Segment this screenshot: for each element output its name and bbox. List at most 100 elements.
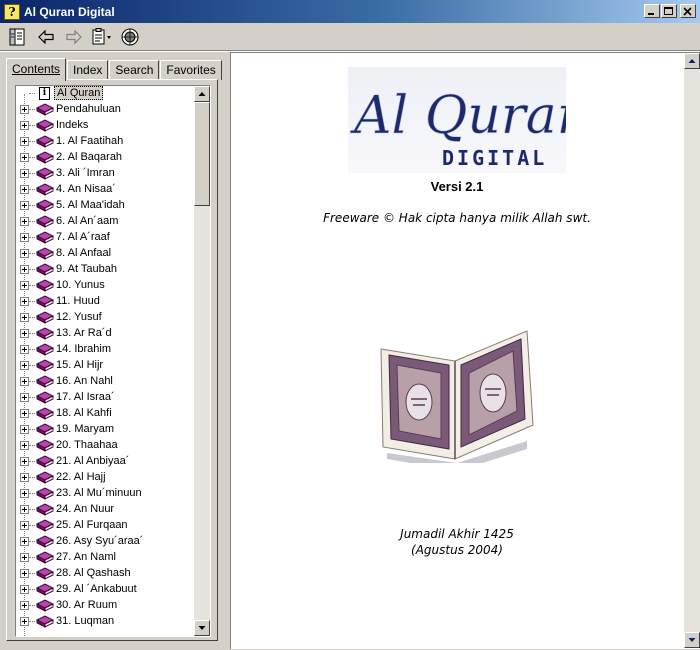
expand-icon[interactable] [20, 537, 29, 546]
expand-icon[interactable] [20, 489, 29, 498]
tree-item[interactable]: 17. Al Israa´ [16, 390, 194, 406]
contents-tree[interactable]: i Al Quran Pendahuluan Indeks 1. Al Faatihah… [15, 85, 211, 637]
tree-item[interactable]: 25. Al Furqaan [16, 518, 194, 534]
tree-connector [29, 189, 35, 190]
tab-index[interactable]: Index [67, 60, 109, 80]
expand-icon[interactable] [20, 569, 29, 578]
tree-item-root[interactable]: i Al Quran [16, 86, 194, 102]
maximize-button[interactable] [661, 4, 677, 18]
tree-item[interactable]: 21. Al Anbiyaa´ [16, 454, 194, 470]
tree-connector [29, 285, 35, 286]
tree-item[interactable]: 5. Al Maa'idah [16, 198, 194, 214]
tree-item-label: 21. Al Anbiyaa´ [56, 455, 130, 467]
tree-item[interactable]: 12. Yusuf [16, 310, 194, 326]
expand-icon[interactable] [20, 457, 29, 466]
tree-item[interactable]: 2. Al Baqarah [16, 150, 194, 166]
tab-favorites[interactable]: Favorites [160, 60, 222, 80]
title-bar[interactable]: ? Al Quran Digital [0, 0, 700, 23]
expand-icon[interactable] [20, 265, 29, 274]
expand-icon[interactable] [20, 585, 29, 594]
tree-connector [29, 509, 35, 510]
expand-icon[interactable] [20, 521, 29, 530]
expand-icon[interactable] [20, 201, 29, 210]
tree-item[interactable]: 28. Al Qashash [16, 566, 194, 582]
logo-title: Al Quran [350, 86, 566, 146]
close-button[interactable] [680, 4, 696, 18]
expand-icon[interactable] [20, 169, 29, 178]
expand-icon[interactable] [20, 617, 29, 626]
options-icon[interactable] [90, 26, 114, 48]
tree-item[interactable]: 15. Al Hijr [16, 358, 194, 374]
expand-icon[interactable] [20, 137, 29, 146]
web-help-icon[interactable] [118, 26, 142, 48]
expand-icon[interactable] [20, 505, 29, 514]
expand-icon[interactable] [20, 553, 29, 562]
expand-icon[interactable] [20, 217, 29, 226]
expand-icon[interactable] [20, 185, 29, 194]
tree-item[interactable]: 1. Al Faatihah [16, 134, 194, 150]
tree-item[interactable]: 11. Huud [16, 294, 194, 310]
expand-icon[interactable] [20, 441, 29, 450]
expand-icon[interactable] [20, 313, 29, 322]
tree-item[interactable]: 3. Ali ´Imran [16, 166, 194, 182]
expand-icon[interactable] [20, 233, 29, 242]
tree-item[interactable]: Pendahuluan [16, 102, 194, 118]
tree-item[interactable]: 22. Al Hajj [16, 470, 194, 486]
scroll-up-button[interactable] [194, 86, 210, 102]
tree-item[interactable]: 27. An Naml [16, 550, 194, 566]
expand-icon[interactable] [20, 281, 29, 290]
tree-item[interactable]: 26. Asy Syu´araa´ [16, 534, 194, 550]
expand-icon[interactable] [20, 425, 29, 434]
content-scroll-up-button[interactable] [684, 53, 700, 69]
tree-item-label: 14. Ibrahim [56, 343, 112, 355]
tree-item[interactable]: 18. Al Kahfi [16, 406, 194, 422]
scroll-down-button[interactable] [194, 620, 210, 636]
expand-icon[interactable] [20, 409, 29, 418]
tree-item[interactable]: 30. Ar Ruum [16, 598, 194, 614]
tree-item[interactable]: 10. Yunus [16, 278, 194, 294]
tree-item[interactable]: 13. Ar Ra´d [16, 326, 194, 342]
expand-icon[interactable] [20, 377, 29, 386]
tree-item[interactable]: 9. At Taubah [16, 262, 194, 278]
tree-list[interactable]: i Al Quran Pendahuluan Indeks 1. Al Faatihah… [16, 86, 194, 636]
expand-icon[interactable] [20, 361, 29, 370]
expand-icon[interactable] [20, 121, 29, 130]
tree-item[interactable]: 14. Ibrahim [16, 342, 194, 358]
content-scrollbar[interactable] [684, 53, 700, 648]
minimize-button[interactable] [644, 4, 660, 18]
tree-item[interactable]: 7. Al A´raaf [16, 230, 194, 246]
tree-scrollbar[interactable] [194, 86, 210, 636]
tree-item-label: 24. An Nuur [56, 503, 115, 515]
expand-icon[interactable] [20, 153, 29, 162]
tree-item[interactable]: 4. An Nisaa´ [16, 182, 194, 198]
tree-item[interactable]: 8. Al Anfaal [16, 246, 194, 262]
content-scroll-down-button[interactable] [684, 632, 700, 648]
tree-item[interactable]: 19. Maryam [16, 422, 194, 438]
expand-icon[interactable] [20, 249, 29, 258]
tree-connector [29, 365, 35, 366]
tree-item[interactable]: 20. Thaahaa [16, 438, 194, 454]
expand-icon[interactable] [20, 345, 29, 354]
back-arrow-icon[interactable] [34, 26, 58, 48]
scroll-thumb[interactable] [194, 102, 210, 206]
expand-icon[interactable] [20, 473, 29, 482]
tree-item[interactable]: 16. An Nahl [16, 374, 194, 390]
tree-item[interactable]: 6. Al An´aam [16, 214, 194, 230]
expand-icon[interactable] [20, 601, 29, 610]
tree-item[interactable]: 23. Al Mu´minuun [16, 486, 194, 502]
tree-item[interactable]: Indeks [16, 118, 194, 134]
expand-icon[interactable] [20, 329, 29, 338]
tab-search[interactable]: Search [109, 60, 160, 80]
tree-item-label: 6. Al An´aam [56, 215, 119, 227]
tree-item[interactable]: 29. Al ´Ankabuut [16, 582, 194, 598]
freeware-notice: Freeware © Hak cipta hanya milik Allah s… [323, 211, 591, 225]
expand-icon[interactable] [20, 105, 29, 114]
tree-item[interactable]: 24. An Nuur [16, 502, 194, 518]
forward-arrow-icon[interactable] [62, 26, 86, 48]
expand-icon[interactable] [20, 297, 29, 306]
tree-item[interactable]: 31. Luqman [16, 614, 194, 630]
tab-contents[interactable]: Contents [6, 58, 67, 81]
tree-connector [29, 93, 35, 94]
expand-icon[interactable] [20, 393, 29, 402]
hide-tree-icon[interactable] [6, 26, 30, 48]
